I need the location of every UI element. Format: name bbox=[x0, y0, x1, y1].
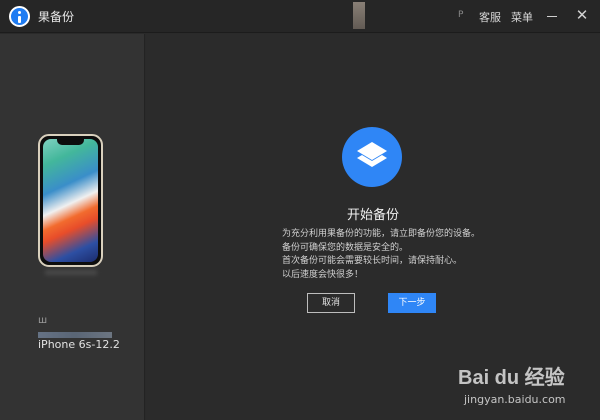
menu-button[interactable]: 菜单 bbox=[511, 9, 533, 25]
device-sidebar: ш iPhone 6s-12.2 bbox=[0, 34, 145, 420]
toolbar-mark: P bbox=[458, 10, 464, 20]
minimize-icon[interactable] bbox=[545, 9, 559, 23]
description-line: 为充分利用果备份的功能，请立即备份您的设备。 bbox=[282, 229, 481, 239]
next-button[interactable]: 下一步 bbox=[388, 293, 436, 313]
description-line: 首次备份可能会需要较长时间，请保持耐心。 bbox=[282, 256, 463, 266]
cancel-button[interactable]: 取消 bbox=[307, 293, 355, 313]
device-sub-label: ш bbox=[38, 315, 48, 326]
description-line: 以后速度会快很多！ bbox=[282, 269, 364, 280]
close-icon[interactable]: ✕ bbox=[574, 7, 590, 23]
app-title: 果备份 bbox=[38, 10, 75, 24]
watermark-brand: Bai du 经验 bbox=[458, 367, 565, 389]
device-name: iPhone 6s-12.2 bbox=[38, 338, 120, 351]
description-line: 备份可确保您的数据是安全的。 bbox=[282, 242, 409, 253]
description-text: 为充分利用果备份的功能，请立即备份您的设备。 备份可确保您的数据是安全的。 首次… bbox=[282, 228, 582, 282]
watermark: Bai du 经验 jingyan.baidu.com bbox=[458, 355, 598, 417]
toolbar-image-icon bbox=[353, 2, 365, 29]
phone-image bbox=[38, 134, 103, 267]
layers-icon bbox=[342, 127, 402, 187]
app-logo-icon bbox=[9, 6, 30, 27]
phone-shadow bbox=[45, 270, 97, 275]
page-title: 开始备份 bbox=[346, 208, 399, 223]
watermark-url: jingyan.baidu.com bbox=[464, 393, 566, 406]
phone-notch bbox=[57, 139, 84, 145]
title-bar: 果备份 P 客服 菜单 ✕ bbox=[0, 0, 600, 33]
support-button[interactable]: 客服 bbox=[479, 9, 501, 25]
logo-dot bbox=[18, 11, 21, 14]
logo-bar bbox=[18, 16, 21, 23]
phone-screen bbox=[43, 139, 98, 262]
